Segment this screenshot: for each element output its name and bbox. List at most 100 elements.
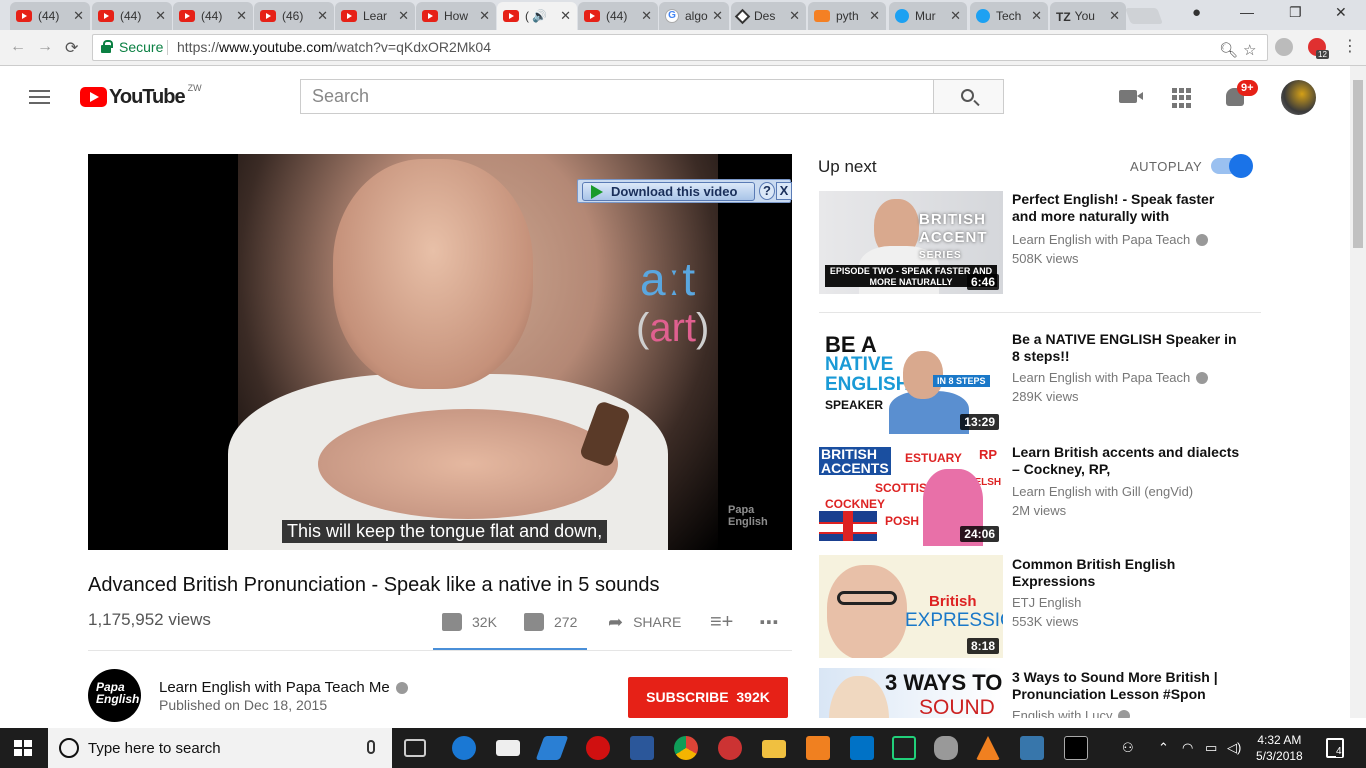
terminal-icon[interactable] [1064, 736, 1088, 760]
video-thumbnail[interactable]: BRITISH ACCENT SERIES EPISODE TWO - SPEAK… [819, 191, 1003, 294]
close-tab-icon[interactable]: ✕ [950, 8, 961, 24]
upload-video-icon[interactable] [1119, 90, 1143, 103]
file-explorer-icon[interactable] [762, 740, 786, 758]
recommended-channel[interactable]: Learn English with Papa Teach [1012, 232, 1209, 247]
back-arrow-icon[interactable]: ← [10, 38, 26, 56]
app-icon[interactable] [535, 736, 569, 760]
volume-icon[interactable]: ◁) [1227, 740, 1241, 756]
video-thumbnail[interactable]: BE A NATIVE ENGLISH SPEAKER IN 8 STEPS 13:2… [819, 331, 1003, 434]
recommended-channel[interactable]: ETJ English [1012, 595, 1081, 610]
recommended-video[interactable]: BRITISH ACCENT SERIES EPISODE TWO - SPEAK… [819, 191, 1259, 295]
bookmark-star-icon[interactable]: ☆ [1243, 38, 1256, 63]
database-icon[interactable] [934, 736, 958, 760]
outlook-icon[interactable] [850, 736, 874, 760]
download-help-button[interactable]: ? [759, 182, 775, 200]
vlc-icon[interactable] [976, 736, 1000, 760]
opera-icon[interactable] [586, 736, 610, 760]
close-tab-icon[interactable]: ✕ [317, 8, 328, 24]
video-thumbnail[interactable]: British EXPRESSIONS 8:18 [819, 555, 1003, 658]
browser-menu-icon[interactable]: ⋮ [1342, 36, 1358, 56]
word-icon[interactable] [630, 736, 654, 760]
download-video-button[interactable]: Download this video [582, 182, 755, 201]
browser-tab[interactable]: TZ You ✕ [1050, 2, 1126, 30]
video-thumbnail[interactable]: BRITISH ACCENTS ESTUARY RP SCOTTISH WELSH… [819, 443, 1003, 546]
subscribe-button[interactable]: SUBSCRIBE 392K [628, 677, 788, 718]
browser-tab[interactable]: (44) ✕ [578, 2, 658, 30]
browser-tab[interactable]: pyth ✕ [808, 2, 886, 30]
zoom-icon[interactable]: 🔍︎ [1219, 38, 1238, 63]
add-to-playlist-button[interactable]: ≡+ [710, 611, 733, 633]
download-close-button[interactable]: X [776, 182, 792, 200]
browser-tab[interactable]: (46) ✕ [254, 2, 334, 30]
people-icon[interactable]: ⚇ [1122, 740, 1134, 756]
close-tab-icon[interactable]: ✕ [1109, 8, 1120, 24]
browser-tab[interactable]: (44) ✕ [92, 2, 172, 30]
sublime-icon[interactable] [806, 736, 830, 760]
browser-tab[interactable]: Des ✕ [731, 2, 806, 30]
recommended-video[interactable]: British EXPRESSIONS 8:18 Common British … [819, 555, 1259, 659]
paint-icon[interactable] [718, 736, 742, 760]
mail-icon[interactable] [496, 740, 520, 756]
recommended-title[interactable]: Common British English Expressions [1012, 556, 1242, 590]
action-center-icon[interactable]: 4 [1326, 738, 1344, 758]
close-tab-icon[interactable]: ✕ [479, 8, 490, 24]
close-tab-icon[interactable]: ✕ [1031, 8, 1042, 24]
browser-tab[interactable]: Galgo ✕ [659, 2, 729, 30]
taskbar-search-input[interactable]: Type here to search [48, 728, 392, 768]
tray-chevron-up-icon[interactable]: ⌃ [1158, 740, 1169, 756]
recommended-title[interactable]: Be a NATIVE ENGLISH Speaker in 8 steps!! [1012, 331, 1242, 365]
like-button[interactable]: 32K [442, 612, 497, 632]
pycharm-icon[interactable] [892, 736, 916, 760]
dislike-button[interactable]: 272 [524, 612, 577, 632]
reload-icon[interactable]: ⟳ [65, 38, 78, 58]
python-icon[interactable] [1020, 736, 1044, 760]
browser-tab[interactable]: (44) ✕ [173, 2, 253, 30]
battery-icon[interactable]: ▭ [1205, 740, 1217, 756]
browser-tab[interactable]: (44) ✕ [10, 2, 90, 30]
taskbar-clock[interactable]: 4:32 AM 5/3/2018 [1256, 732, 1303, 764]
search-button[interactable] [933, 79, 1004, 114]
forward-arrow-icon[interactable]: → [37, 38, 53, 56]
avatar[interactable] [1281, 80, 1316, 115]
close-window-icon[interactable]: ✕ [1335, 4, 1347, 21]
close-tab-icon[interactable]: ✕ [869, 8, 880, 24]
new-tab-button[interactable] [1125, 8, 1163, 24]
apps-grid-icon[interactable] [1172, 88, 1192, 108]
close-tab-icon[interactable]: ✕ [236, 8, 247, 24]
windows-start-icon[interactable] [14, 740, 32, 756]
browser-tab[interactable]: Mur ✕ [889, 2, 967, 30]
recommended-video[interactable]: BRITISH ACCENTS ESTUARY RP SCOTTISH WELSH… [819, 443, 1259, 547]
wifi-icon[interactable]: ◠ [1182, 740, 1193, 756]
scrollbar-thumb[interactable] [1353, 80, 1363, 248]
browser-tab[interactable]: Lear ✕ [335, 2, 415, 30]
menu-icon[interactable] [29, 90, 50, 104]
autoplay-toggle[interactable] [1211, 154, 1253, 178]
minimize-icon[interactable]: — [1240, 4, 1254, 20]
close-tab-icon[interactable]: ✕ [73, 8, 84, 24]
close-tab-icon[interactable]: ✕ [789, 8, 800, 24]
close-tab-icon[interactable]: ✕ [712, 8, 723, 24]
microphone-icon[interactable] [367, 740, 375, 754]
browser-tab[interactable]: How ✕ [416, 2, 496, 30]
search-input[interactable]: Search [300, 79, 934, 114]
chrome-icon[interactable] [674, 736, 698, 760]
close-tab-icon[interactable]: ✕ [398, 8, 409, 24]
restore-icon[interactable]: ❐ [1289, 4, 1302, 21]
recommended-video[interactable]: 3 WAYS TO SOUND 3 Ways to Sound More Bri… [819, 668, 1259, 718]
browser-tab[interactable]: Tech ✕ [970, 2, 1048, 30]
video-thumbnail[interactable]: 3 WAYS TO SOUND [819, 668, 1003, 718]
share-button[interactable]: ➦ SHARE [608, 612, 681, 632]
task-view-icon[interactable] [404, 739, 426, 757]
edge-icon[interactable] [452, 736, 476, 760]
recommended-video[interactable]: BE A NATIVE ENGLISH SPEAKER IN 8 STEPS 13:2… [819, 331, 1259, 435]
channel-name[interactable]: Learn English with Papa Teach Me [159, 679, 408, 696]
close-tab-icon[interactable]: ✕ [641, 8, 652, 24]
profile-icon[interactable]: ● [1192, 4, 1201, 21]
recommended-channel[interactable]: Learn English with Gill (engVid) [1012, 484, 1193, 499]
recommended-title[interactable]: Perfect English! - Speak faster and more… [1012, 191, 1242, 225]
close-tab-icon[interactable]: ✕ [560, 8, 571, 24]
url-field[interactable]: Secure https://www.youtube.com/watch?v=q… [92, 34, 1268, 61]
recommended-title[interactable]: Learn British accents and dialects – Coc… [1012, 444, 1242, 478]
recommended-title[interactable]: 3 Ways to Sound More British | Pronuncia… [1012, 669, 1242, 703]
close-tab-icon[interactable]: ✕ [155, 8, 166, 24]
